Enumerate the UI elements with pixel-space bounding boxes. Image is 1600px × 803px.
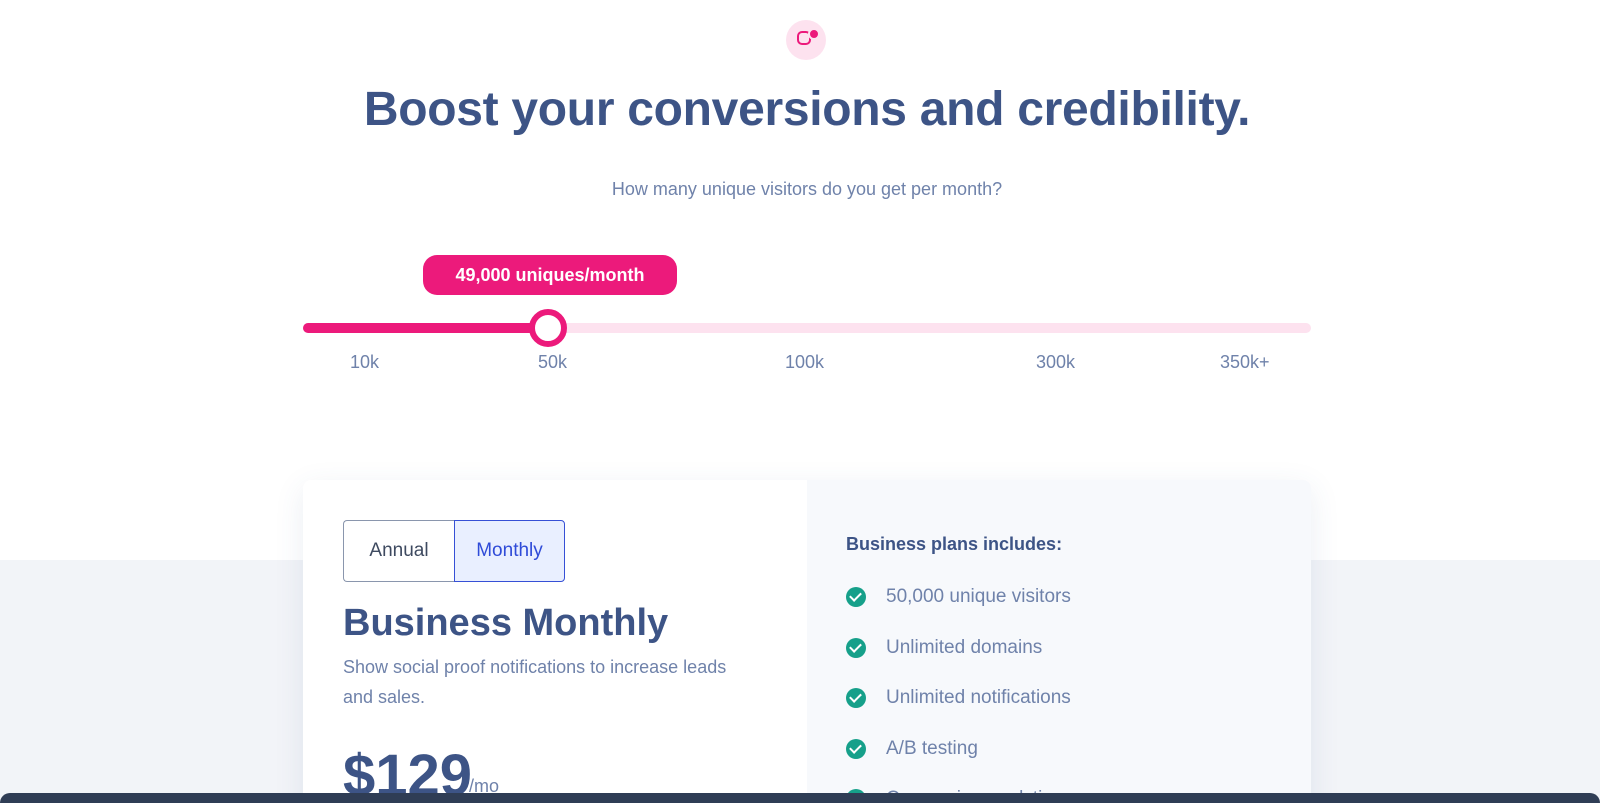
visitors-slider-fill <box>303 323 548 333</box>
visitors-question: How many unique visitors do you get per … <box>611 179 1003 199</box>
list-item: Unlimited notifications <box>846 673 1071 724</box>
slider-tick-label: 300k <box>1036 352 1076 372</box>
check-circle-icon <box>846 688 866 709</box>
visitors-slider-thumb[interactable] <box>528 309 567 347</box>
pricing-card: Annual Monthly Business Monthly Show soc… <box>303 480 1311 803</box>
slider-tick-label: 10k <box>350 352 380 372</box>
check-circle-icon <box>846 738 866 759</box>
feature-label: 50,000 unique visitors <box>886 586 1071 608</box>
list-item: 50,000 unique visitors <box>846 572 1071 623</box>
brand-logo-icon <box>786 20 826 60</box>
plan-description: Show social proof notifications to incre… <box>343 657 727 707</box>
monthly-billing-button[interactable]: Monthly <box>454 520 565 582</box>
page-title: Boost your conversions and credibility. <box>363 83 1251 136</box>
slider-value-tooltip: 49,000 uniques/month <box>423 255 677 295</box>
plan-title: Business Monthly <box>343 602 669 644</box>
pricing-page: Boost your conversions and credibility. … <box>0 0 1600 803</box>
feature-list: 50,000 unique visitors Unlimited domains… <box>846 572 1071 803</box>
billing-period-toggle: Annual Monthly <box>343 520 565 582</box>
feature-label: Unlimited notifications <box>886 687 1071 709</box>
slider-tick-label: 100k <box>785 352 825 372</box>
feature-label: A/B testing <box>886 737 978 759</box>
list-item: Unlimited domains <box>846 623 1071 674</box>
check-circle-icon <box>846 637 866 658</box>
feature-label: Unlimited domains <box>886 636 1043 658</box>
window-frame-edge <box>0 793 1600 803</box>
slider-tick-label: 350k+ <box>1220 352 1270 372</box>
check-circle-icon <box>846 587 866 608</box>
slider-tick-label: 50k <box>538 352 568 372</box>
annual-billing-button[interactable]: Annual <box>343 520 454 582</box>
list-item: A/B testing <box>846 724 1071 775</box>
includes-heading: Business plans includes: <box>846 534 1063 554</box>
